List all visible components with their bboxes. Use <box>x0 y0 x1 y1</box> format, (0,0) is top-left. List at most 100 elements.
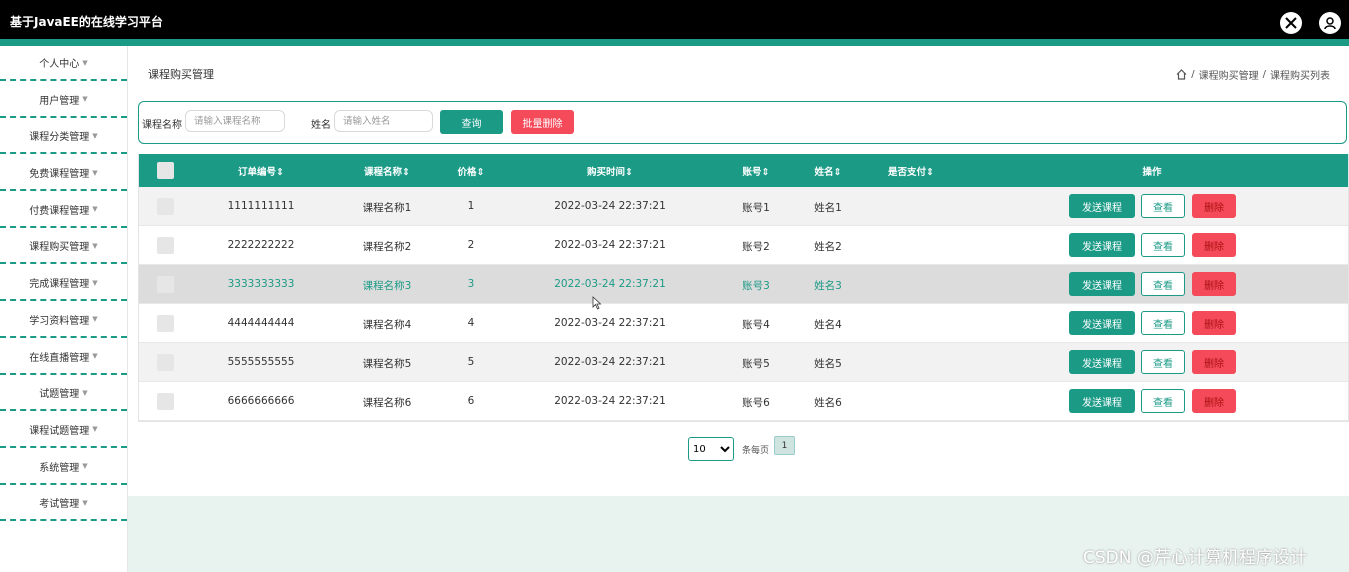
query-button[interactable]: 查询 <box>440 110 503 134</box>
send-course-button[interactable]: 发送课程 <box>1069 272 1135 296</box>
send-course-button[interactable]: 发送课程 <box>1069 389 1135 413</box>
send-course-button[interactable]: 发送课程 <box>1069 311 1135 335</box>
breadcrumb-level1[interactable]: 课程购买管理 <box>1199 67 1259 82</box>
header-buy-time[interactable]: 购买时间⇕ <box>587 164 633 178</box>
view-button[interactable]: 查看 <box>1141 194 1185 218</box>
delete-button[interactable]: 删除 <box>1192 194 1236 218</box>
name-input[interactable] <box>334 110 433 132</box>
table-row[interactable]: 5555555555 课程名称5 5 2022-03-24 22:37:21 账号5 姓名… <box>139 343 1348 382</box>
sidebar-item-1[interactable]: 用户管理 ▼ <box>0 83 127 118</box>
cell-order-no: 1111111111 <box>227 200 295 212</box>
sidebar-item-8[interactable]: 在线直播管理 ▼ <box>0 340 127 375</box>
sidebar-item-7[interactable]: 学习资料管理 ▼ <box>0 303 127 338</box>
view-button[interactable]: 查看 <box>1141 350 1185 374</box>
row-checkbox[interactable] <box>157 393 174 410</box>
pagination: 10 条每页 1 <box>688 436 796 461</box>
sidebar-item-4[interactable]: 付费课程管理 ▼ <box>0 193 127 228</box>
header-course-name[interactable]: 课程名称⇕ <box>364 164 410 178</box>
sidebar-item-5[interactable]: 课程购买管理 ▼ <box>0 229 127 265</box>
sidebar-item-3[interactable]: 免费课程管理 ▼ <box>0 156 127 192</box>
row-checkbox[interactable] <box>157 354 174 371</box>
delete-button[interactable]: 删除 <box>1192 272 1236 296</box>
sidebar-item-2[interactable]: 课程分类管理 ▼ <box>0 119 127 155</box>
header-paid[interactable]: 是否支付⇕ <box>888 164 934 178</box>
view-button[interactable]: 查看 <box>1141 233 1185 257</box>
main-content: 课程购买管理 / 课程购买管理 / 课程购买列表 课程名称 姓名 查询 批量删除… <box>128 46 1349 572</box>
row-checkbox[interactable] <box>157 237 174 254</box>
row-checkbox[interactable] <box>157 315 174 332</box>
table-row[interactable]: 3333333333 课程名称3 3 2022-03-24 22:37:21 账号3 姓名… <box>139 265 1348 304</box>
delete-button[interactable]: 删除 <box>1192 389 1236 413</box>
cell-order-no: 2222222222 <box>227 239 295 251</box>
cell-buy-time: 2022-03-24 22:37:21 <box>554 278 666 290</box>
sidebar-item-0[interactable]: 个人中心 ▼ <box>0 46 127 81</box>
view-button[interactable]: 查看 <box>1141 272 1185 296</box>
sidebar-item-12[interactable]: 考试管理 ▼ <box>0 486 127 522</box>
table-body: 1111111111 课程名称1 1 2022-03-24 22:37:21 账号1 姓名… <box>139 187 1348 421</box>
table-row[interactable]: 2222222222 课程名称2 2 2022-03-24 22:37:21 账号2 姓名… <box>139 226 1348 265</box>
caret-down-icon: ▼ <box>92 131 98 140</box>
delete-button[interactable]: 删除 <box>1192 311 1236 335</box>
table-row[interactable]: 6666666666 课程名称6 6 2022-03-24 22:37:21 账号6 姓名… <box>139 382 1348 421</box>
send-course-button[interactable]: 发送课程 <box>1069 233 1135 257</box>
row-checkbox[interactable] <box>157 276 174 293</box>
table-row[interactable]: 4444444444 课程名称4 4 2022-03-24 22:37:21 账号4 姓名… <box>139 304 1348 343</box>
sort-icon: ⇕ <box>833 167 842 178</box>
sidebar: 个人中心 ▼ 用户管理 ▼ 课程分类管理 ▼ 免费课程管理 ▼ 付费课程管理 ▼ 课程购买管理 ▼ 完成… <box>0 46 128 572</box>
breadcrumb: / 课程购买管理 / 课程购买列表 <box>1176 67 1330 82</box>
page-1-button[interactable]: 1 <box>774 436 796 455</box>
header-price[interactable]: 价格⇕ <box>458 164 485 178</box>
page-size-select[interactable]: 10 <box>688 437 734 461</box>
cell-price: 4 <box>467 317 475 329</box>
header-name[interactable]: 姓名⇕ <box>815 164 842 178</box>
sort-icon: ⇕ <box>761 167 770 178</box>
caret-down-icon: ▼ <box>82 462 88 471</box>
table-row[interactable]: 1111111111 课程名称1 1 2022-03-24 22:37:21 账号1 姓名… <box>139 187 1348 226</box>
batch-delete-button[interactable]: 批量删除 <box>511 110 574 134</box>
delete-button[interactable]: 删除 <box>1192 233 1236 257</box>
cell-price: 2 <box>467 239 475 251</box>
cell-course-name: 课程名称5 <box>362 358 412 370</box>
sidebar-item-10[interactable]: 课程试题管理 ▼ <box>0 413 127 448</box>
table-header: 订单编号⇕ 课程名称⇕ 价格⇕ 购买时间⇕ 账号⇕ 姓名⇕ 是否支付⇕ 操作 <box>139 154 1348 187</box>
cell-account: 账号3 <box>742 280 770 292</box>
caret-down-icon: ▼ <box>82 58 88 67</box>
sidebar-item-6[interactable]: 完成课程管理 ▼ <box>0 266 127 302</box>
cell-name: 姓名2 <box>814 241 842 253</box>
delete-button[interactable]: 删除 <box>1192 350 1236 374</box>
cell-buy-time: 2022-03-24 22:37:21 <box>554 317 666 329</box>
fullscreen-exit-icon[interactable] <box>1280 12 1302 34</box>
cell-account: 账号6 <box>742 397 770 409</box>
cell-course-name: 课程名称2 <box>362 241 412 253</box>
cell-order-no: 3333333333 <box>227 278 295 290</box>
select-all-checkbox[interactable] <box>157 162 174 179</box>
sidebar-item-label: 用户管理 <box>39 95 80 107</box>
per-page-label: 条每页 <box>742 445 770 456</box>
view-button[interactable]: 查看 <box>1141 311 1185 335</box>
row-checkbox[interactable] <box>157 198 174 215</box>
sort-icon: ⇕ <box>625 167 633 178</box>
caret-down-icon: ▼ <box>82 498 88 507</box>
sidebar-item-11[interactable]: 系统管理 ▼ <box>0 450 127 485</box>
header-order-no[interactable]: 订单编号⇕ <box>238 164 284 178</box>
cell-buy-time: 2022-03-24 22:37:21 <box>554 395 666 407</box>
send-course-button[interactable]: 发送课程 <box>1069 194 1135 218</box>
user-avatar-icon[interactable] <box>1319 12 1341 34</box>
caret-down-icon: ▼ <box>82 95 88 104</box>
cell-price: 1 <box>467 200 475 212</box>
sidebar-item-label: 系统管理 <box>39 462 80 474</box>
view-button[interactable]: 查看 <box>1141 389 1185 413</box>
caret-down-icon: ▼ <box>92 278 98 287</box>
header-account[interactable]: 账号⇕ <box>743 164 770 178</box>
sidebar-item-label: 考试管理 <box>39 499 80 511</box>
sort-icon: ⇕ <box>926 167 934 178</box>
sort-icon: ⇕ <box>476 167 485 178</box>
sidebar-item-label: 课程试题管理 <box>29 425 90 437</box>
sidebar-item-9[interactable]: 试题管理 ▼ <box>0 376 127 412</box>
sidebar-item-label: 个人中心 <box>39 59 80 70</box>
send-course-button[interactable]: 发送课程 <box>1069 350 1135 374</box>
cell-buy-time: 2022-03-24 22:37:21 <box>554 239 666 251</box>
name-label: 姓名 <box>311 120 331 131</box>
home-icon[interactable] <box>1176 69 1187 80</box>
course-name-input[interactable] <box>185 110 285 132</box>
